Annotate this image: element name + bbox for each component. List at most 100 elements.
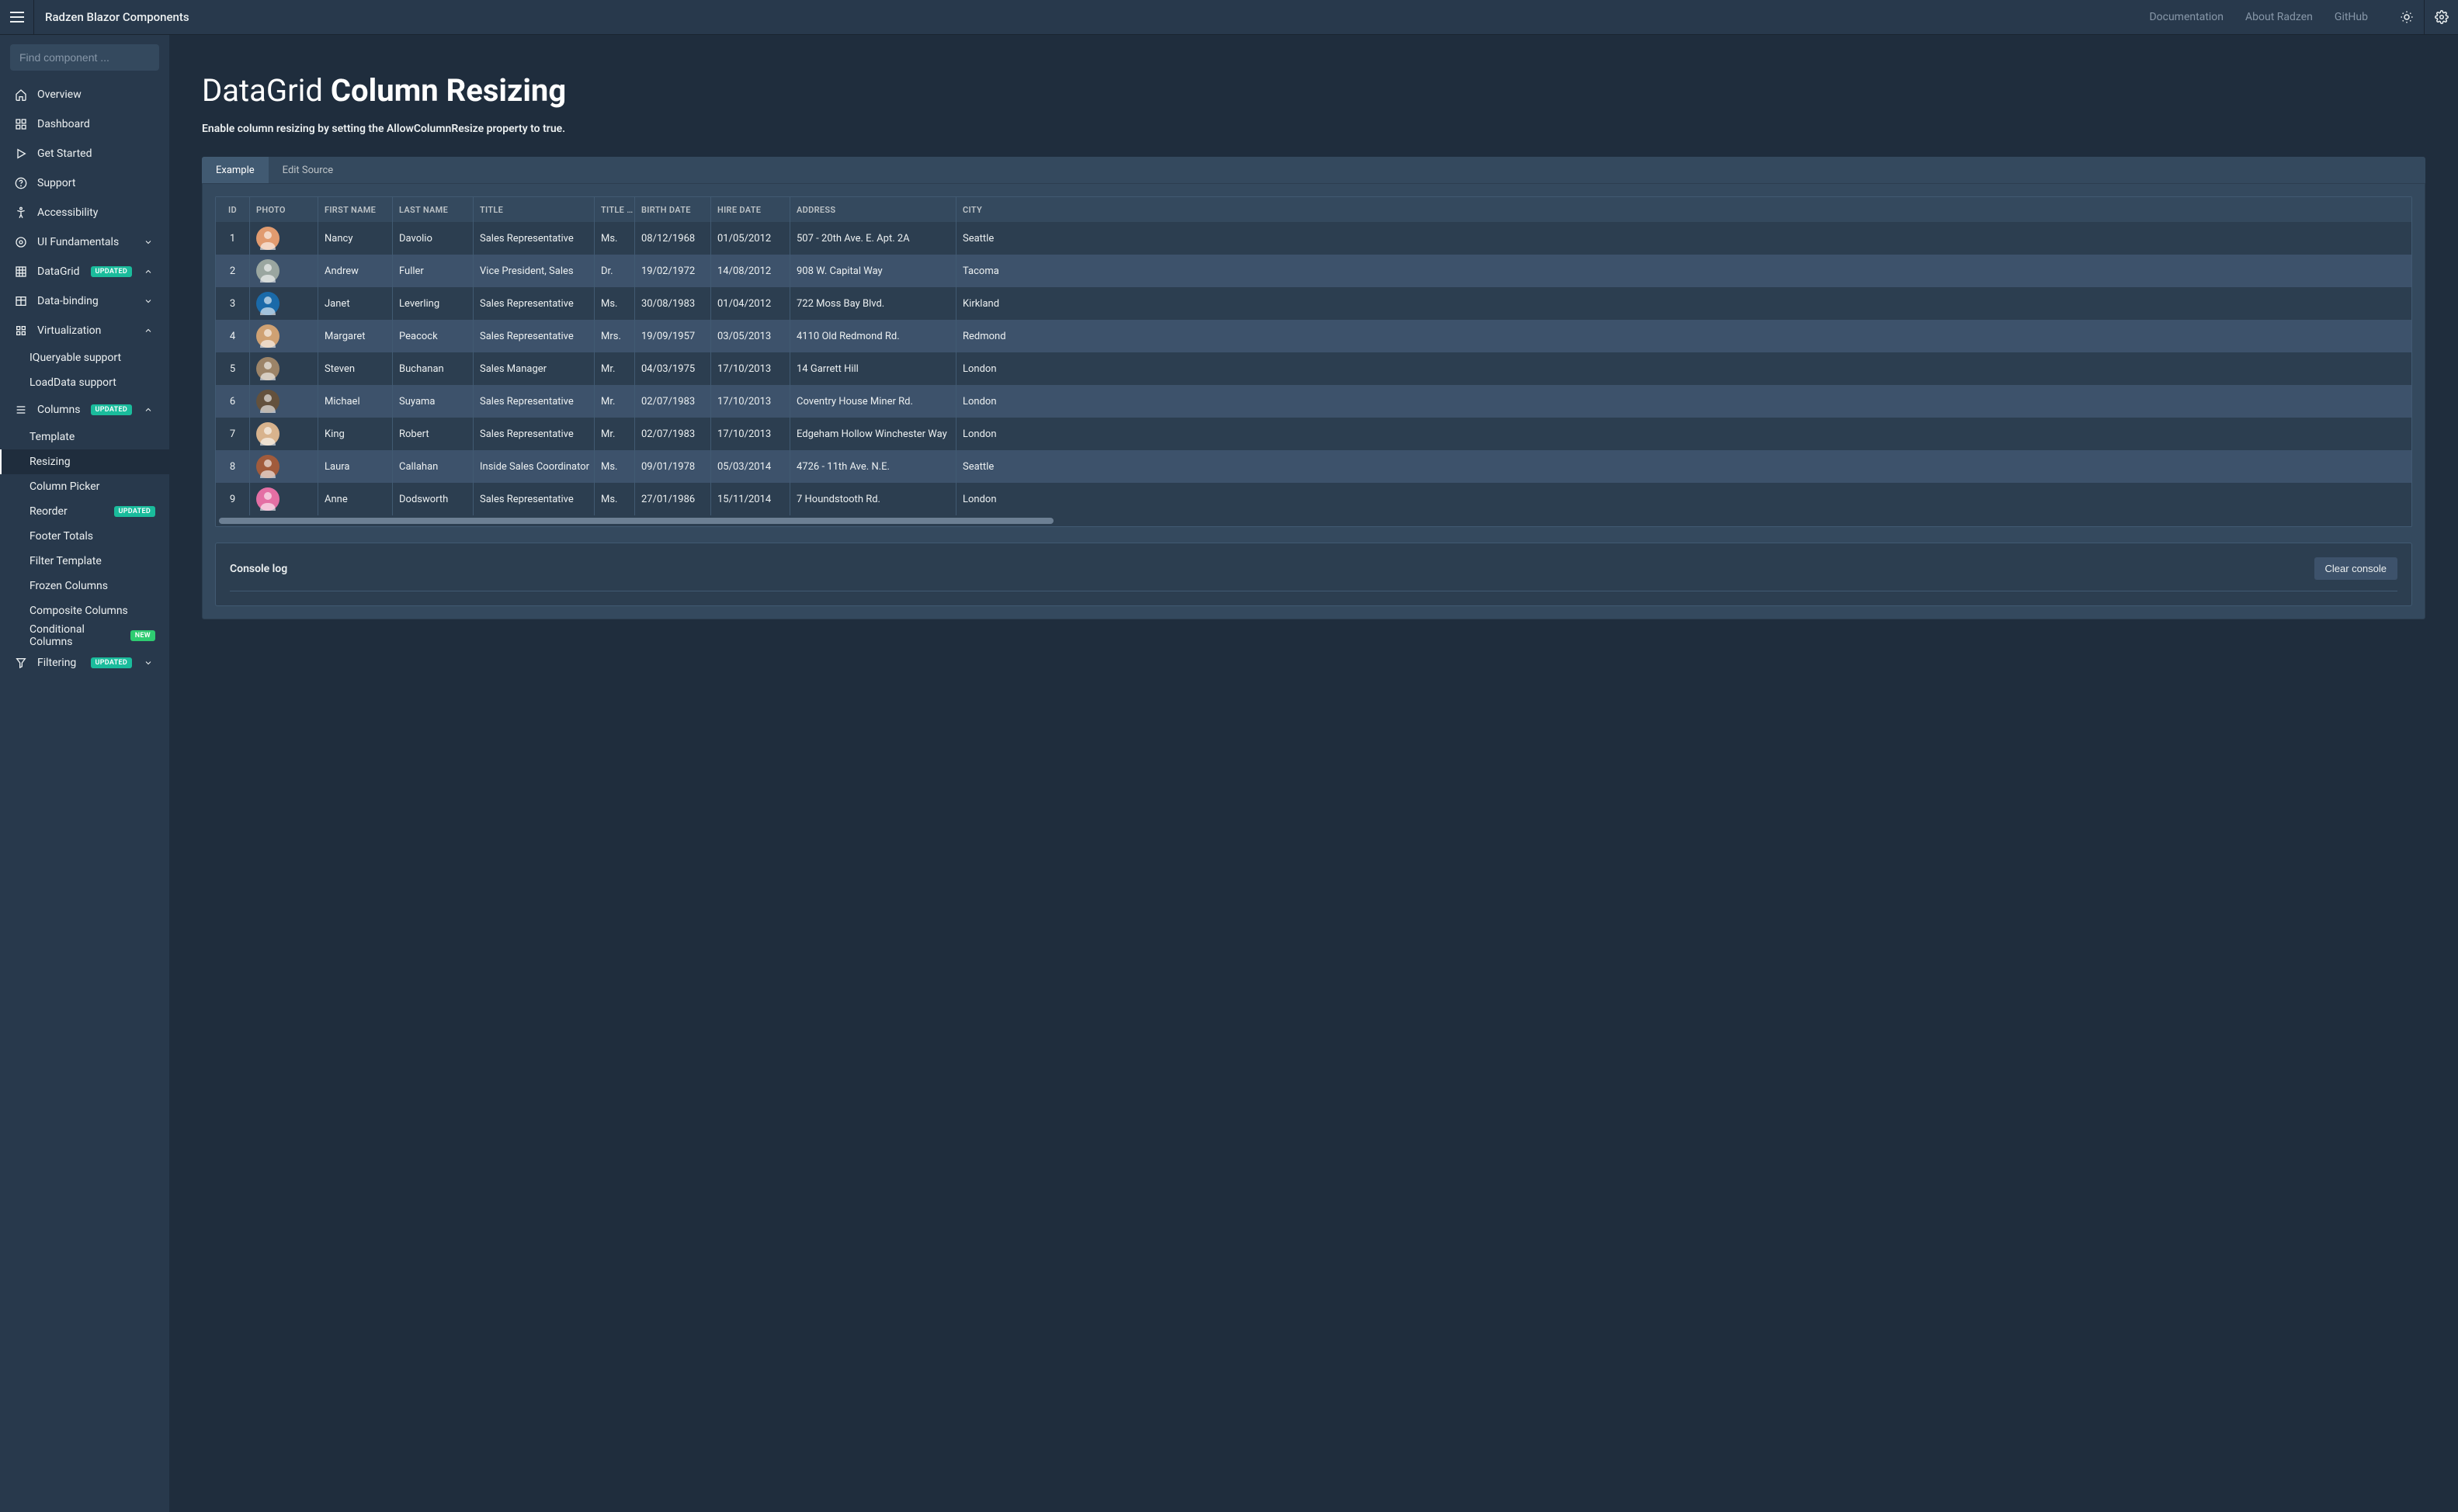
top-link-github[interactable]: GitHub (2335, 11, 2368, 23)
cell-hdate: 17/10/2013 (711, 385, 790, 418)
settings-button[interactable] (2424, 0, 2458, 35)
sidebar-item-label: Conditional Columns (30, 623, 121, 648)
column-header[interactable]: TITLE … (595, 197, 635, 222)
cell-id: 7 (216, 418, 250, 450)
cell-lname: Suyama (393, 385, 474, 418)
cell-lname: Davolio (393, 222, 474, 255)
avatar (256, 227, 279, 250)
cell-addr: 4726 - 11th Ave. N.E. (790, 450, 956, 483)
sidebar-item-label: Virtualization (37, 324, 132, 337)
column-header[interactable]: LAST NAME (393, 197, 474, 222)
theme-toggle-button[interactable] (2390, 0, 2424, 35)
cell-lname: Callahan (393, 450, 474, 483)
sidebar-item-columns[interactable]: ColumnsUPDATED (0, 395, 169, 425)
table-row[interactable]: 9AnneDodsworthSales RepresentativeMs.27/… (216, 483, 2411, 515)
cell-fname: Margaret (318, 320, 393, 352)
sidebar-item-filtering[interactable]: Filtering UPDATED (0, 648, 169, 678)
sidebar-item-label: Resizing (30, 456, 155, 468)
table-row[interactable]: 4MargaretPeacockSales RepresentativeMrs.… (216, 320, 2411, 352)
sidebar-item-iqueryable-support[interactable]: IQueryable support (0, 345, 169, 370)
badge-new: NEW (130, 630, 155, 641)
sidebar-item-reorder[interactable]: ReorderUPDATED (0, 499, 169, 524)
sidebar-item-label: Filtering (37, 657, 82, 669)
chevron-up-icon (141, 324, 155, 338)
sidebar-item-label: IQueryable support (30, 352, 155, 364)
nav-list[interactable]: OverviewDashboardGet StartedSupport Acces… (0, 80, 169, 1512)
column-header[interactable]: TITLE (474, 197, 595, 222)
cell-bdate: 02/07/1983 (635, 385, 711, 418)
badge-updated: UPDATED (91, 657, 133, 668)
search-input[interactable] (10, 44, 159, 71)
grid-horizontal-scrollbar[interactable] (216, 515, 2411, 526)
sidebar-item-filter-template[interactable]: Filter Template (0, 549, 169, 574)
column-header[interactable]: HIRE DATE (711, 197, 790, 222)
sidebar-item-loaddata-support[interactable]: LoadData support (0, 370, 169, 395)
sidebar-item-frozen-columns[interactable]: Frozen Columns (0, 574, 169, 598)
tab-example[interactable]: Example (202, 157, 269, 183)
sidebar-item-datagrid[interactable]: DataGridUPDATED (0, 257, 169, 286)
table-row[interactable]: 8LauraCallahanInside Sales CoordinatorMs… (216, 450, 2411, 483)
cell-bdate: 08/12/1968 (635, 222, 711, 255)
cell-fname: Michael (318, 385, 393, 418)
scrollbar-thumb[interactable] (219, 518, 1054, 524)
sidebar-item-support[interactable]: Support (0, 168, 169, 198)
clear-console-button[interactable]: Clear console (2314, 557, 2398, 580)
cell-toc: Ms. (595, 287, 635, 320)
sidebar-item-dashboard[interactable]: Dashboard (0, 109, 169, 139)
table-row[interactable]: 6MichaelSuyamaSales RepresentativeMr.02/… (216, 385, 2411, 418)
column-header[interactable]: BIRTH DATE (635, 197, 711, 222)
page-title-strong: Column Resizing (331, 72, 566, 109)
table-row[interactable]: 2AndrewFullerVice President, SalesDr.19/… (216, 255, 2411, 287)
cell-hdate: 01/05/2012 (711, 222, 790, 255)
grid-icon (14, 265, 28, 279)
column-header[interactable]: ID (216, 197, 250, 222)
sidebar-item-footer-totals[interactable]: Footer Totals (0, 524, 169, 549)
sidebar-item-column-picker[interactable]: Column Picker (0, 474, 169, 499)
cell-photo (250, 418, 318, 450)
sidebar-item-composite-columns[interactable]: Composite Columns (0, 598, 169, 623)
cell-city: Redmond (956, 320, 1026, 352)
column-header[interactable]: ADDRESS (790, 197, 956, 222)
top-link-about[interactable]: About Radzen (2245, 11, 2313, 23)
column-header[interactable]: PHOTO (250, 197, 318, 222)
badge-updated: UPDATED (91, 266, 133, 277)
sidebar-item-resizing[interactable]: Resizing (0, 449, 169, 474)
cell-id: 1 (216, 222, 250, 255)
badge-updated: UPDATED (114, 506, 156, 517)
tabs: ExampleEdit Source (202, 157, 2425, 183)
page-subtitle: Enable column resizing by setting the Al… (202, 123, 2425, 135)
sidebar-item-ui-fundamentals[interactable]: UI Fundamentals (0, 227, 169, 257)
cell-city: Tacoma (956, 255, 1026, 287)
sidebar-item-data-binding[interactable]: Data-binding (0, 286, 169, 316)
column-header[interactable]: FIRST NAME (318, 197, 393, 222)
sidebar-item-conditional-columns[interactable]: Conditional Columns NEW (0, 623, 169, 648)
sidebar-item-label: Accessibility (37, 206, 155, 219)
menu-toggle-button[interactable] (0, 0, 34, 35)
cell-toc: Ms. (595, 483, 635, 515)
top-link-documentation[interactable]: Documentation (2149, 11, 2224, 23)
topbar: Radzen Blazor Components Documentation A… (0, 0, 2458, 35)
cell-addr: 4110 Old Redmond Rd. (790, 320, 956, 352)
cell-toc: Ms. (595, 450, 635, 483)
table-row[interactable]: 7KingRobertSales RepresentativeMr.02/07/… (216, 418, 2411, 450)
chevron-up-icon (141, 403, 155, 417)
chevron-down-icon (141, 294, 155, 308)
cell-title: Inside Sales Coordinator (474, 450, 595, 483)
cell-toc: Ms. (595, 222, 635, 255)
column-header[interactable]: CITY (956, 197, 1026, 222)
main-content[interactable]: DataGrid Column Resizing Enable column r… (169, 35, 2458, 1512)
cell-title: Vice President, Sales (474, 255, 595, 287)
sidebar-item-accessibility[interactable]: Accessibility (0, 198, 169, 227)
tab-edit-source[interactable]: Edit Source (269, 157, 348, 183)
table-row[interactable]: 3JanetLeverlingSales RepresentativeMs.30… (216, 287, 2411, 320)
table-row[interactable]: 5StevenBuchananSales ManagerMr.04/03/197… (216, 352, 2411, 385)
cell-title: Sales Representative (474, 222, 595, 255)
sidebar-item-get-started[interactable]: Get Started (0, 139, 169, 168)
table-row[interactable]: 1NancyDavolioSales RepresentativeMs.08/1… (216, 222, 2411, 255)
cell-city: London (956, 483, 1026, 515)
cell-city: Seattle (956, 450, 1026, 483)
sidebar-item-template[interactable]: Template (0, 425, 169, 449)
sidebar-item-virtualization[interactable]: Virtualization (0, 316, 169, 345)
page-title-pre: DataGrid (202, 72, 331, 109)
sidebar-item-overview[interactable]: Overview (0, 80, 169, 109)
